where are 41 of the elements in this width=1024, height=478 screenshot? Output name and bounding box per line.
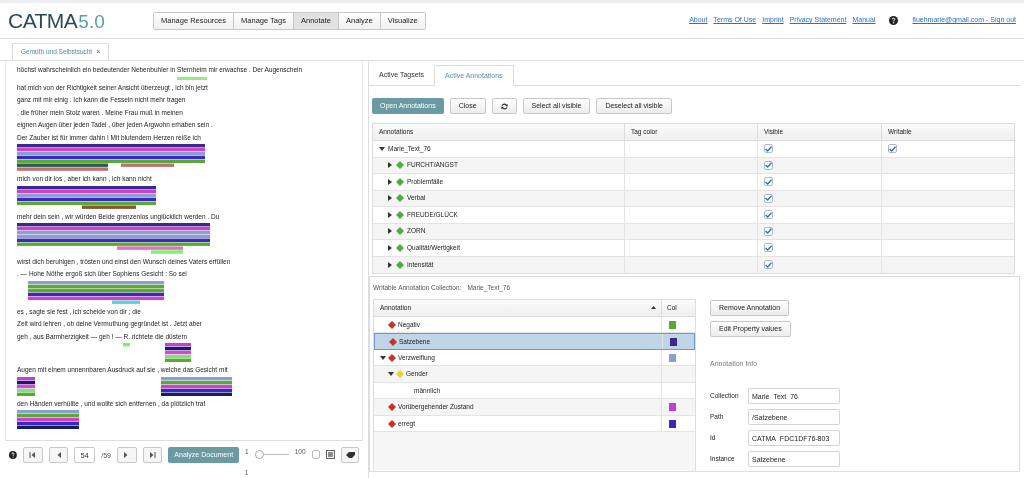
last-page-button[interactable] [142, 447, 163, 463]
logo-version: 5.0 [78, 12, 105, 31]
annotation-bars-drawing [17, 410, 79, 430]
sort-ascending-icon[interactable] [651, 306, 656, 310]
next-page-button[interactable] [116, 447, 137, 463]
checkbox[interactable] [764, 144, 773, 154]
collapsed-caret-icon[interactable] [387, 162, 393, 169]
collapsed-caret-icon[interactable] [387, 261, 393, 268]
checkbox[interactable] [764, 177, 773, 187]
eraser-icon [345, 452, 355, 458]
refresh-icon [500, 102, 508, 110]
help-icon[interactable] [889, 16, 899, 25]
expanded-caret-icon[interactable] [380, 354, 386, 361]
eraser-button[interactable] [341, 447, 360, 463]
checkbox[interactable] [764, 260, 773, 270]
logo-text: CATMA [8, 10, 78, 31]
checkbox[interactable] [764, 193, 773, 203]
collapsed-caret-icon[interactable] [387, 211, 393, 218]
checkbox[interactable] [311, 450, 321, 459]
collapsed-caret-icon[interactable] [387, 178, 393, 185]
refresh-button[interactable] [491, 98, 517, 114]
previous-page-button[interactable] [48, 447, 69, 463]
help-icon[interactable] [9, 451, 17, 459]
skip-to-end-icon [149, 452, 156, 458]
overlay-icon[interactable] [326, 450, 336, 459]
collapsed-caret-icon[interactable] [387, 228, 393, 235]
checkbox[interactable] [764, 243, 773, 253]
checkbox[interactable] [764, 226, 773, 236]
slider-thumb[interactable] [254, 450, 264, 459]
checkbox[interactable] [888, 144, 897, 154]
first-page-button[interactable] [22, 447, 43, 463]
collapsed-caret-icon[interactable] [387, 244, 393, 251]
skip-to-start-icon [29, 452, 37, 458]
zoom-slider[interactable] [254, 450, 289, 459]
annotation-bars-drawing [177, 76, 207, 80]
annotation-bars-drawing [123, 343, 191, 363]
checkbox[interactable] [764, 210, 773, 220]
expanded-caret-icon[interactable] [379, 145, 385, 152]
collapsed-caret-icon[interactable] [387, 195, 393, 202]
checkbox[interactable] [764, 160, 773, 170]
expanded-caret-icon[interactable] [388, 371, 394, 377]
